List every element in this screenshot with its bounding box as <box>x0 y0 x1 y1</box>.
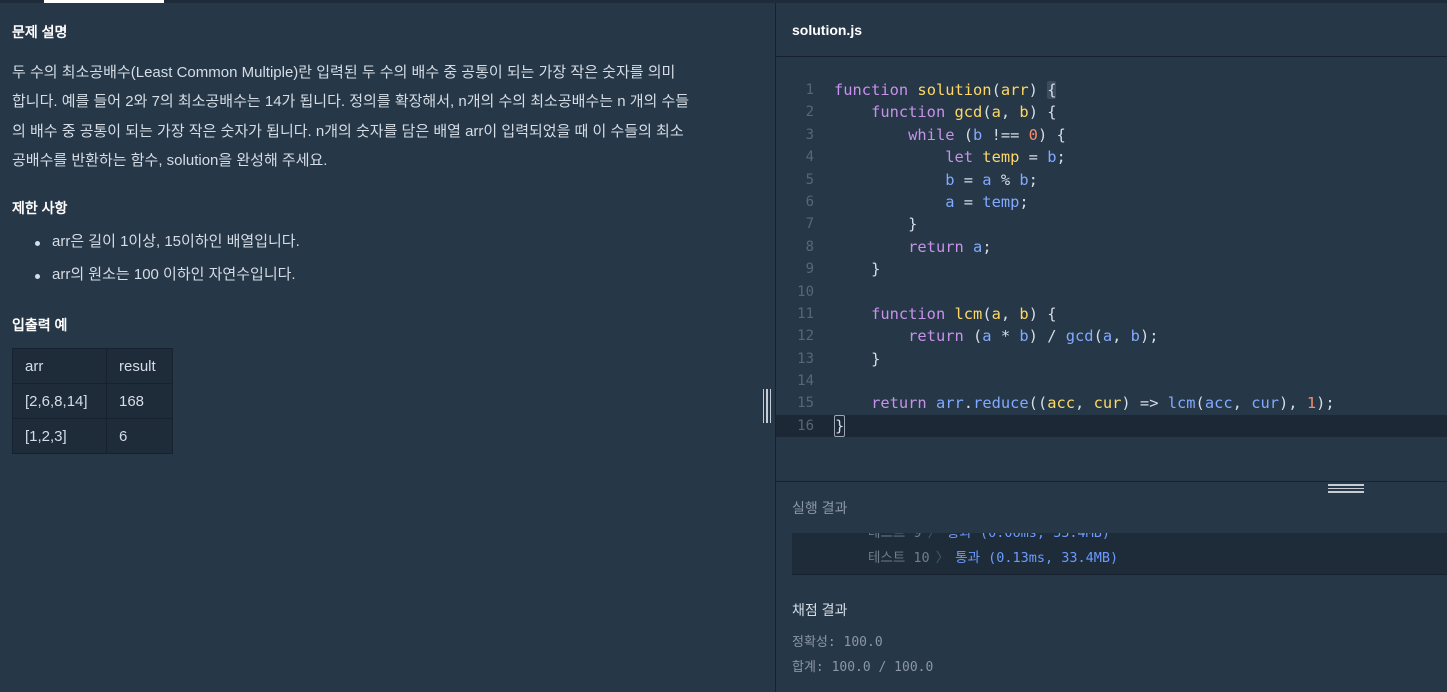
constraints-list: arr은 길이 1이상, 15이하인 배열입니다. arr의 원소는 100 이… <box>12 227 300 293</box>
test-result-row: 테스트 9 〉 통과 (0.06ms, 33.4MB) <box>868 533 1110 544</box>
code-editor[interactable]: 1 function solution(arr) { 2 function gc… <box>776 57 1447 481</box>
splitter-drag-handle-icon[interactable] <box>762 389 772 423</box>
code-text: a = temp; <box>945 192 1029 211</box>
code-line[interactable]: 14 <box>776 370 1447 392</box>
table-header-row: arr result <box>12 348 173 384</box>
description-line: 의 배수 중 공통이 되는 가장 작은 숫자가 됩니다. n개의 숫자를 담은 … <box>12 122 684 140</box>
line-number: 3 <box>805 126 814 143</box>
table-row: [2,6,8,14] 168 <box>12 383 173 419</box>
code-text: function lcm(a, b) { <box>871 304 1057 323</box>
code-line[interactable]: 15 return arr.reduce((acc, cur) => lcm(a… <box>776 392 1447 414</box>
line-number: 7 <box>805 216 814 233</box>
code-text: let temp = b; <box>945 148 1066 167</box>
code-line[interactable]: 7 } <box>776 213 1447 235</box>
constraint-item: arr은 길이 1이상, 15이하인 배열입니다. <box>12 227 300 260</box>
column-header-arr: arr <box>12 348 107 384</box>
table-cell: [2,6,8,14] <box>12 383 107 419</box>
test-name: 테스트 9 <box>868 533 922 541</box>
test-results-list[interactable]: 테스트 9 〉 통과 (0.06ms, 33.4MB) 테스트 10 〉 통과 (0.1… <box>792 533 1447 575</box>
filename: solution.js <box>792 21 862 38</box>
examples-table: arr result [2,6,8,14] 168 [1,2,3] 6 <box>12 348 173 454</box>
line-number: 6 <box>805 193 814 210</box>
code-line[interactable]: 5 b = a % b; <box>776 169 1447 191</box>
description-line: 두 수의 최소공배수(Least Common Multiple)란 입력된 두… <box>12 64 676 81</box>
line-number: 14 <box>797 373 814 390</box>
file-tab[interactable]: solution.js <box>776 3 1447 57</box>
code-text: return a; <box>908 237 992 256</box>
line-number: 4 <box>805 149 814 166</box>
table-cell: 6 <box>106 418 173 454</box>
total-score: 합계: 100.0 / 100.0 <box>792 660 934 675</box>
problem-panel: 문제 설명 두 수의 최소공배수(Least Common Multiple)란… <box>0 3 775 692</box>
table-row: [1,2,3] 6 <box>12 418 173 454</box>
line-number: 9 <box>805 261 814 278</box>
code-line[interactable]: 12 return (a * b) / gcd(a, b); <box>776 325 1447 347</box>
table-cell: 168 <box>106 383 173 419</box>
line-number: 16 <box>797 417 814 434</box>
results-drag-handle-icon[interactable] <box>1328 484 1364 494</box>
line-number: 11 <box>797 305 814 322</box>
constraint-item: arr의 원소는 100 이하인 자연수입니다. <box>12 260 300 293</box>
line-number: 5 <box>805 171 814 188</box>
description-text: 두 수의 최소공배수(Least Common Multiple)란 입력된 두… <box>12 58 752 175</box>
description-title: 문제 설명 <box>12 24 68 40</box>
test-name: 테스트 10 <box>868 550 930 566</box>
code-line[interactable]: 13 } <box>776 348 1447 370</box>
code-line-active[interactable]: 16 } <box>776 414 1447 438</box>
description-line: 합니다. 예를 들어 2와 7의 최소공배수는 14가 됩니다. 정의를 확장해… <box>12 93 690 111</box>
code-line[interactable]: 9 } <box>776 258 1447 280</box>
code-line[interactable]: 6 a = temp; <box>776 191 1447 213</box>
line-number: 10 <box>797 283 814 300</box>
code-text: b = a % b; <box>945 170 1038 189</box>
code-text: } <box>834 260 881 279</box>
test-result-row: 테스트 10 〉 통과 (0.13ms, 33.4MB) <box>868 547 1118 569</box>
code-text: } <box>834 349 881 368</box>
run-results-title: 실행 결과 <box>792 499 848 516</box>
code-line[interactable]: 4 let temp = b; <box>776 146 1447 168</box>
code-text: return (a * b) / gcd(a, b); <box>908 327 1159 346</box>
code-line[interactable]: 10 <box>776 281 1447 303</box>
table-cell: [1,2,3] <box>12 418 107 454</box>
code-text: return arr.reduce((acc, cur) => lcm(acc,… <box>871 394 1335 413</box>
constraints-title: 제한 사항 <box>12 200 68 216</box>
line-number: 13 <box>797 350 814 367</box>
code-text: } <box>834 414 846 437</box>
code-text: function gcd(a, b) { <box>871 103 1057 122</box>
examples-title: 입출력 예 <box>12 317 68 333</box>
line-number: 1 <box>805 82 814 98</box>
grading-title: 채점 결과 <box>792 602 848 618</box>
test-result: 통과 (0.13ms, 33.4MB) <box>955 550 1119 566</box>
code-line[interactable]: 1 function solution(arr) { <box>776 79 1447 101</box>
chevron-right-icon: 〉 <box>927 533 942 541</box>
code-text: while (b !== 0) { <box>908 125 1066 144</box>
line-number: 8 <box>805 238 814 255</box>
code-line[interactable]: 11 function lcm(a, b) { <box>776 303 1447 325</box>
editor-panel: solution.js 1 function solution(arr) { 2… <box>776 3 1447 692</box>
description-line: 공배수를 반환하는 함수, solution을 완성해 주세요. <box>12 151 328 169</box>
code-text: } <box>834 215 918 234</box>
line-number: 15 <box>797 395 814 412</box>
line-number: 2 <box>805 104 814 121</box>
line-number: 12 <box>797 328 814 345</box>
code-line[interactable]: 3 while (b !== 0) { <box>776 124 1447 146</box>
code-text: function solution(arr) { <box>834 81 1057 99</box>
accuracy-score: 정확성: 100.0 <box>792 635 883 650</box>
chevron-right-icon: 〉 <box>935 550 950 566</box>
code-line[interactable]: 8 return a; <box>776 236 1447 258</box>
code-line[interactable]: 2 function gcd(a, b) { <box>776 101 1447 123</box>
column-header-result: result <box>106 348 173 384</box>
test-result: 통과 (0.06ms, 33.4MB) <box>947 533 1111 541</box>
